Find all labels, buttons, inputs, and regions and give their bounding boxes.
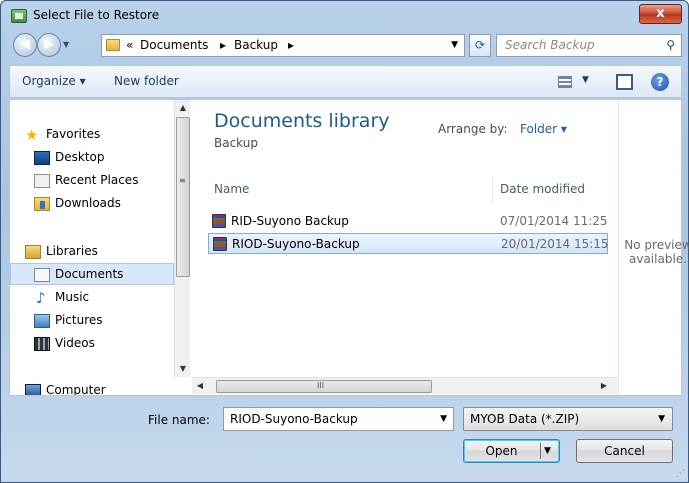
back-button[interactable]: ◀ [13,33,37,57]
address-dropdown-icon[interactable]: ▼ [451,40,458,50]
file-name-value: RIOD-Suyono-Backup [230,412,358,426]
folder-icon [106,39,120,51]
libraries-icon [25,245,41,259]
file-name-input[interactable]: RIOD-Suyono-Backup ▼ [223,407,454,431]
arrange-by-label: Arrange by: [438,122,508,136]
scroll-left-icon[interactable]: ◀ [192,378,208,394]
library-title: Documents library [214,110,390,132]
navigation-bar: ◀ ▶ ▼ « Documents ▸ Backup ▸ ▼ ⟳ Search … [9,31,682,61]
sidebar-item-documents[interactable]: Documents [10,263,174,285]
scroll-down-icon[interactable]: ▼ [175,361,190,377]
sidebar-item-music[interactable]: ♪ Music [10,287,174,309]
file-name: RIOD-Suyono-Backup [232,237,360,251]
window-title: Select File to Restore [33,8,160,22]
file-type-value: MYOB Data (*.ZIP) [470,412,580,426]
sidebar-item-recent-places[interactable]: Recent Places [10,170,174,192]
scrollbar-grip-icon: ≡ [179,176,186,185]
command-toolbar: Organize ▾ New folder ▼ ? [9,65,682,98]
sidebar-item-libraries[interactable]: Libraries [10,241,174,263]
app-icon [11,9,27,23]
pictures-icon [34,314,50,328]
title-bar[interactable]: Select File to Restore x [1,1,688,31]
recent-locations-dropdown-icon[interactable]: ▼ [63,40,69,49]
music-icon: ♪ [36,289,46,307]
desktop-icon [34,151,50,165]
refresh-button[interactable]: ⟳ [469,34,491,57]
archive-file-icon [213,237,227,251]
cancel-button[interactable]: Cancel [576,439,673,463]
breadcrumb-separator[interactable]: ▸ [288,38,294,52]
sidebar-item-downloads[interactable]: Downloads [10,193,174,215]
split-divider [540,443,541,459]
scroll-up-icon[interactable]: ▲ [175,100,190,116]
file-date: 20/01/2014 15:15 [501,237,609,251]
breadcrumb-overflow[interactable]: « [126,38,133,52]
column-header-name[interactable]: Name [214,182,249,196]
star-icon: ★ [25,126,39,144]
recent-places-icon [34,174,50,188]
preview-pane: No preview available. [618,100,689,395]
scroll-right-icon[interactable]: ▶ [596,378,612,394]
search-input[interactable]: Search Backup ⚲ [496,34,682,57]
resize-grip-icon[interactable]: ⋰ [676,469,685,479]
navigation-pane-scrollbar[interactable]: ▲ ≡ ▼ [174,100,190,377]
sidebar-item-desktop[interactable]: Desktop [10,147,174,169]
navigation-pane: ★ Favorites Desktop Recent Places Downlo… [10,100,190,395]
sidebar-item-favorites[interactable]: ★ Favorites [10,124,174,146]
library-subtitle: Backup [214,136,258,150]
file-date: 07/01/2014 11:25 [500,214,608,228]
address-bar[interactable]: « Documents ▸ Backup ▸ ▼ [101,34,465,57]
column-divider[interactable] [492,176,493,204]
file-row[interactable]: RID-Suyono Backup 07/01/2014 11:25 [208,211,608,232]
videos-icon [34,337,50,351]
arrange-by-dropdown[interactable]: Folder ▾ [520,122,567,136]
file-type-select[interactable]: MYOB Data (*.ZIP) ▼ [463,407,673,431]
breadcrumb-separator[interactable]: ▸ [220,38,226,52]
archive-file-icon [212,214,226,228]
close-button[interactable]: x [639,4,682,24]
open-button-label: Open [485,444,518,458]
change-view-icon[interactable] [558,76,572,88]
sidebar-item-computer[interactable]: Computer [10,380,174,395]
computer-icon [25,384,41,395]
content-area: ★ Favorites Desktop Recent Places Downlo… [9,99,689,396]
search-placeholder: Search Backup [505,38,595,52]
open-options-dropdown-icon[interactable]: ▼ [544,440,551,462]
search-icon[interactable]: ⚲ [666,38,675,52]
downloads-icon [34,197,50,211]
file-list-pane: Documents library Backup Arrange by: Fol… [192,100,617,376]
no-preview-text: No preview available. [624,238,689,266]
sidebar-item-videos[interactable]: Videos [10,333,174,355]
view-options-dropdown-icon[interactable]: ▼ [582,75,589,85]
column-header-date-modified[interactable]: Date modified [500,182,585,196]
organize-menu[interactable]: Organize ▾ [22,74,86,88]
sidebar-item-pictures[interactable]: Pictures [10,310,174,332]
file-type-dropdown-icon[interactable]: ▼ [658,414,665,424]
scrollbar-thumb[interactable]: III [216,380,432,393]
file-name-label: File name: [148,413,210,427]
scrollbar-grip-icon: III [317,381,325,390]
preview-pane-toggle-icon[interactable] [616,74,633,90]
help-icon[interactable]: ? [651,73,669,91]
file-name-dropdown-icon[interactable]: ▼ [440,414,447,424]
forward-button[interactable]: ▶ [37,33,61,57]
new-folder-button[interactable]: New folder [114,74,179,88]
breadcrumb-documents[interactable]: Documents [140,38,208,52]
breadcrumb-backup[interactable]: Backup [234,38,278,52]
file-row-selected[interactable]: RIOD-Suyono-Backup 20/01/2014 15:15 [208,233,609,254]
file-name: RID-Suyono Backup [231,214,349,228]
open-button[interactable]: Open ▼ [463,439,560,463]
scrollbar-thumb[interactable] [176,117,190,277]
file-list-horizontal-scrollbar[interactable]: ◀ III ▶ [192,377,617,394]
file-open-dialog: Select File to Restore x ◀ ▶ ▼ « Documen… [0,0,689,483]
documents-icon [34,268,50,282]
